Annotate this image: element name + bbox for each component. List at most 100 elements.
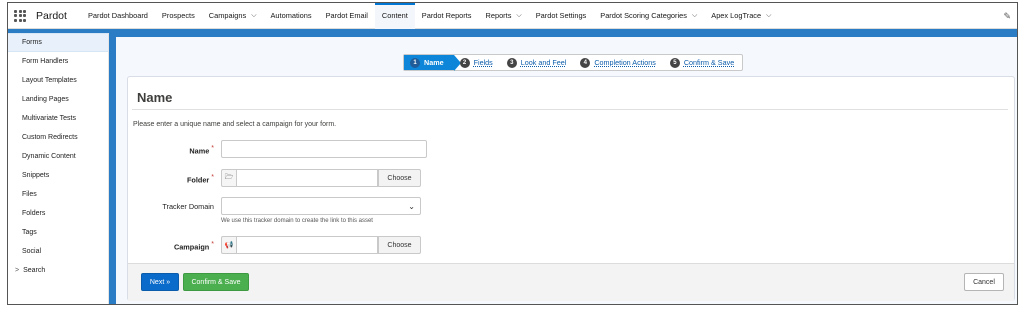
chevron-down-icon[interactable]: ⌵ — [692, 12, 697, 20]
sidebar-item-label: Folders — [22, 210, 46, 217]
next-button[interactable]: Next » — [141, 273, 179, 291]
nav-item-reports[interactable]: Reports ⌵ — [479, 3, 529, 29]
app-window: Pardot Pardot Dashboard Prospects Campaign… — [7, 2, 1018, 305]
wizard-step-completion-actions[interactable]: 4 Completion Actions — [574, 55, 664, 70]
sidebar-item-dynamic-content[interactable]: Dynamic Content — [8, 147, 108, 166]
chevron-right-icon: > — [15, 267, 20, 274]
wizard-step-confirm-save[interactable]: 5 Confirm & Save — [664, 55, 742, 70]
nav-item-label: Pardot Dashboard — [87, 11, 148, 20]
step-number: 4 — [580, 57, 591, 68]
edit-nav-pencil-icon[interactable]: ✎ — [1003, 11, 1011, 22]
sidebar-item-folders[interactable]: Folders — [8, 204, 108, 223]
nav-item-label: Pardot Scoring Categories — [600, 11, 687, 20]
nav-item-content[interactable]: Content — [374, 3, 415, 29]
form-card: Name Please enter a unique name and sele… — [127, 76, 1015, 301]
sidebar-item-custom-redirects[interactable]: Custom Redirects — [8, 128, 108, 147]
sidebar-item-social[interactable]: Social — [8, 242, 108, 261]
sidebar-item-layout-templates[interactable]: Layout Templates — [8, 71, 108, 90]
sidebar-items: Forms Form Handlers Layout Templates Landin… — [8, 33, 108, 261]
nav-item-label: Pardot Settings — [535, 11, 587, 20]
nav-item-pardot-reports[interactable]: Pardot Reports — [415, 3, 479, 29]
tracker-domain-label: Tracker Domain — [162, 202, 214, 211]
wizard-step-name[interactable]: 1 Name — [404, 55, 461, 71]
tracker-domain-select[interactable]: ⌄ — [221, 197, 421, 215]
nav-item-prospects[interactable]: Prospects — [155, 3, 202, 29]
sidebar-item-landing-pages[interactable]: Landing Pages — [8, 90, 108, 109]
sidebar-item-label: Form Handlers — [22, 58, 69, 65]
nav-items: Pardot Dashboard Prospects Campaigns ⌵ Autom… — [81, 3, 779, 29]
sidebar-item-files[interactable]: Files — [8, 185, 108, 204]
sidebar-item-multivariate-tests[interactable]: Multivariate Tests — [8, 109, 108, 128]
page-title: Name — [137, 90, 173, 105]
nav-item-pardot-scoring-categories[interactable]: Pardot Scoring Categories ⌵ — [593, 3, 704, 29]
folder-row: Folder * 🗁 Choose — [128, 169, 528, 187]
megaphone-icon: 📢 — [221, 236, 236, 254]
name-row: Name * — [128, 140, 528, 158]
chevron-down-icon[interactable]: ⌵ — [516, 12, 521, 20]
sidebar-item-label: Dynamic Content — [22, 153, 76, 160]
app-name: Pardot — [36, 9, 67, 22]
step-number: 5 — [669, 57, 680, 68]
nav-item-label: Automations — [270, 11, 312, 20]
sidebar-item-label: Social — [22, 248, 42, 255]
nav-item-automations[interactable]: Automations — [264, 3, 319, 29]
campaign-row: Campaign * 📢 Choose — [128, 236, 528, 254]
cancel-button[interactable]: Cancel — [964, 273, 1004, 291]
folder-label: Folder * — [186, 174, 214, 185]
sidebar-divider — [109, 33, 116, 304]
nav-item-label: Pardot Reports — [421, 11, 472, 20]
folder-input[interactable] — [236, 169, 378, 187]
campaign-label: Campaign * — [173, 241, 214, 252]
nav-item-label: Prospects — [161, 11, 195, 20]
sidebar: Forms Form Handlers Layout Templates Landin… — [8, 33, 109, 304]
chevron-down-icon[interactable]: ⌵ — [251, 12, 256, 20]
campaign-input[interactable] — [236, 236, 378, 254]
campaign-choose-button[interactable]: Choose — [378, 236, 421, 254]
nav-item-pardot-dashboard[interactable]: Pardot Dashboard — [81, 3, 155, 29]
nav-item-pardot-settings[interactable]: Pardot Settings — [529, 3, 594, 29]
sidebar-item-label: Landing Pages — [22, 96, 69, 103]
nav-item-label: Pardot Email — [325, 11, 368, 20]
nav-item-campaigns[interactable]: Campaigns ⌵ — [202, 3, 264, 29]
divider — [132, 109, 1008, 110]
wizard-steps: 1 Name 2 Fields 3 Look and Feel 4 Completion Ac… — [403, 54, 744, 71]
nav-item-pardot-email[interactable]: Pardot Email — [319, 3, 375, 29]
confirm-save-button[interactable]: Confirm & Save — [183, 273, 249, 291]
form-footer: Next » Confirm & Save Cancel — [128, 263, 1014, 301]
app-launcher-icon[interactable] — [14, 9, 26, 22]
sidebar-item-label: Multivariate Tests — [22, 115, 76, 122]
nav-item-label: Campaigns — [208, 11, 247, 20]
sidebar-item-form-handlers[interactable]: Form Handlers — [8, 52, 108, 71]
sidebar-item-forms[interactable]: Forms — [8, 33, 108, 52]
sidebar-item-label: Custom Redirects — [22, 134, 78, 141]
step-label: Confirm & Save — [683, 58, 735, 67]
header-band — [8, 29, 1017, 37]
folder-icon: 🗁 — [221, 169, 236, 187]
nav-item-label: Apex LogTrace — [711, 11, 762, 20]
name-input[interactable] — [221, 140, 427, 158]
sidebar-item-label: Snippets — [22, 172, 50, 179]
nav-item-label: Reports — [485, 11, 512, 20]
step-label: Completion Actions — [594, 58, 656, 67]
step-number: 3 — [506, 57, 517, 68]
sidebar-item-label: Files — [22, 191, 37, 198]
wizard-step-look-and-feel[interactable]: 3 Look and Feel — [501, 55, 575, 70]
wizard-step-fields[interactable]: 2 Fields — [454, 55, 501, 70]
sidebar-item-label: Search — [23, 267, 46, 274]
step-label: Look and Feel — [520, 58, 567, 67]
sidebar-item-search[interactable]: > Search — [8, 261, 108, 280]
step-label: Fields — [473, 58, 493, 67]
nav-item-apex-logtrace[interactable]: Apex LogTrace ⌵ — [704, 3, 778, 29]
folder-choose-button[interactable]: Choose — [378, 169, 421, 187]
nav-item-label: Content — [381, 11, 408, 20]
tracker-domain-help: We use this tracker domain to create the… — [221, 218, 373, 224]
step-number: 2 — [459, 57, 470, 68]
sidebar-item-snippets[interactable]: Snippets — [8, 166, 108, 185]
step-label: Name — [424, 58, 444, 67]
sidebar-item-label: Forms — [22, 39, 42, 46]
main-content: 1 Name 2 Fields 3 Look and Feel 4 Completion Ac… — [116, 37, 1017, 304]
chevron-down-icon[interactable]: ⌵ — [766, 12, 771, 20]
sidebar-item-tags[interactable]: Tags — [8, 223, 108, 242]
tracker-domain-row: Tracker Domain ⌄ We use this tracker dom… — [128, 197, 528, 229]
intro-text: Please enter a unique name and select a … — [133, 121, 337, 128]
